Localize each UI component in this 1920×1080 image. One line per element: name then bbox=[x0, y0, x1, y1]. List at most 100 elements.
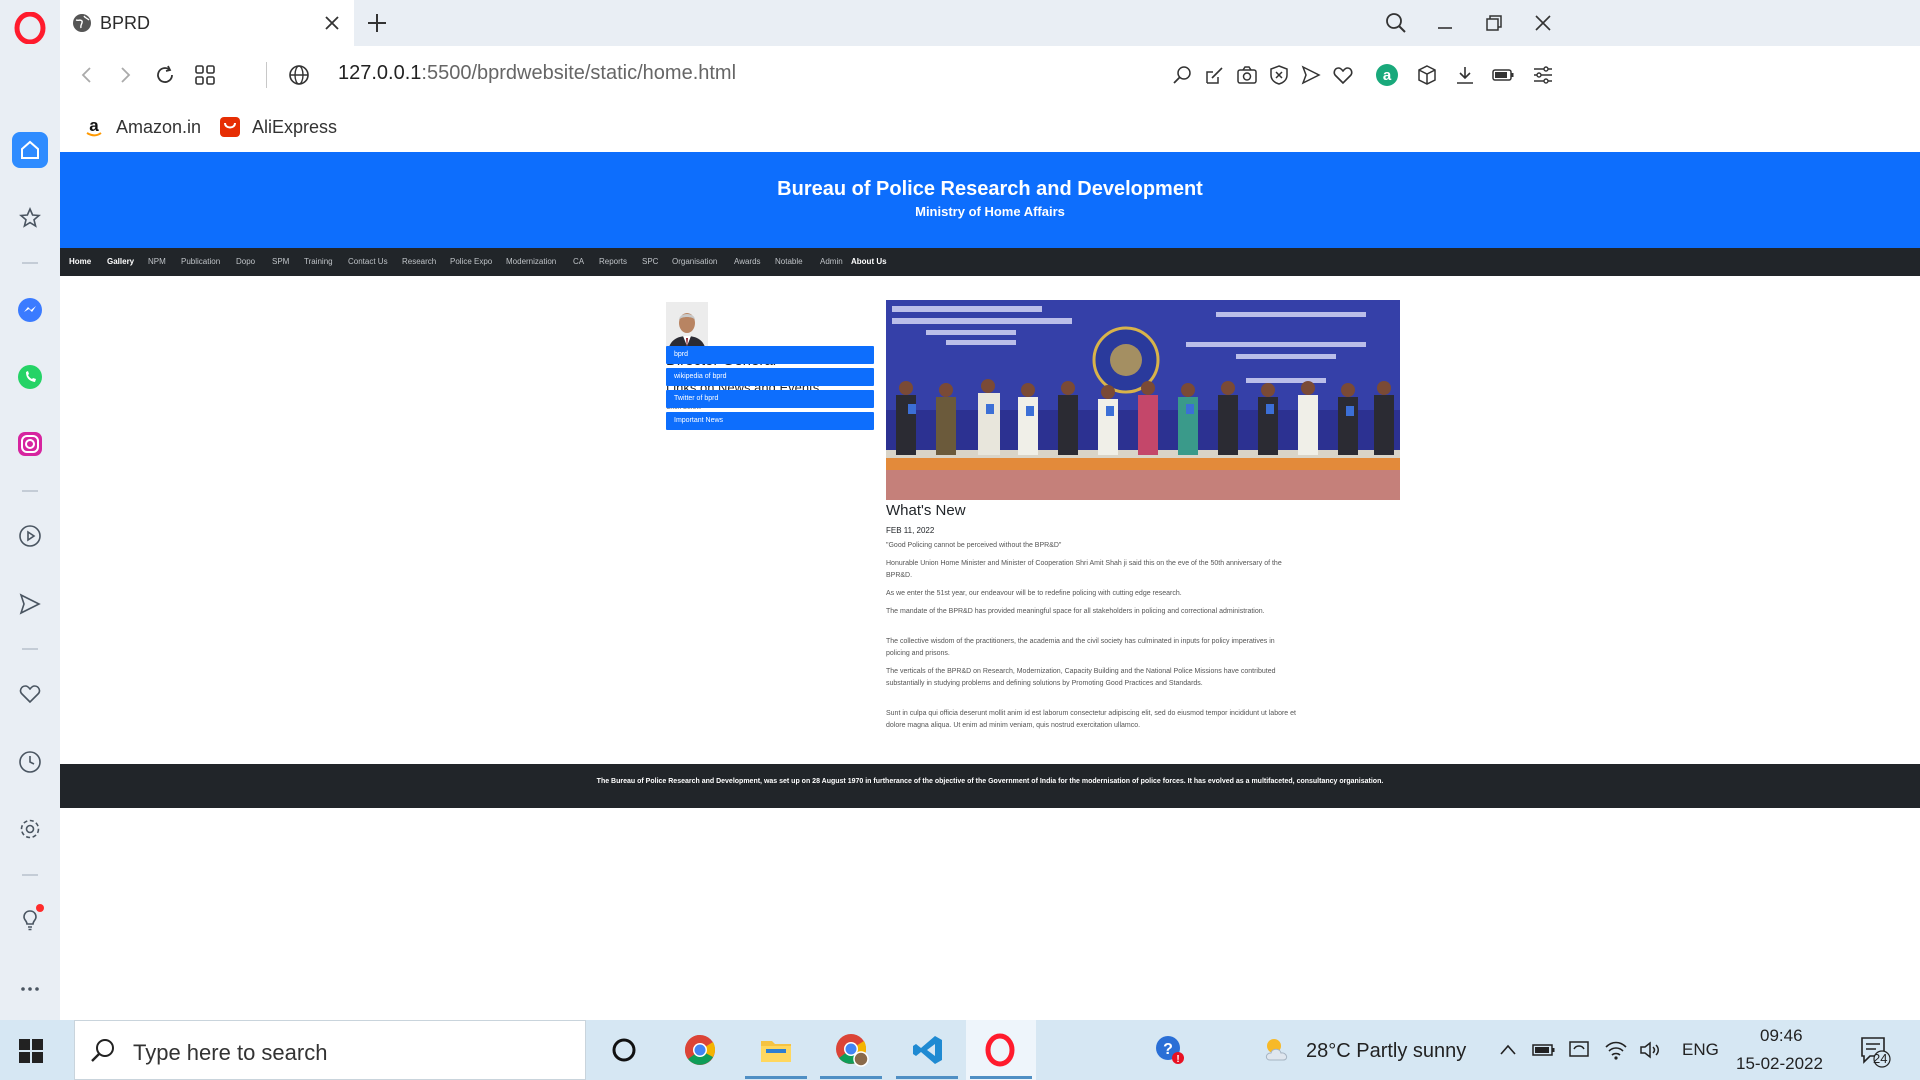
link-wikipedia-button[interactable]: wikipedia of bprd bbox=[666, 368, 874, 386]
nav-contact-us[interactable]: Contact Us bbox=[348, 257, 388, 266]
whatsapp-icon[interactable] bbox=[12, 359, 48, 395]
bookmark-heart-icon[interactable] bbox=[1330, 62, 1356, 88]
bookmark-label: Amazon.in bbox=[116, 116, 202, 137]
extensions-cube-icon[interactable] bbox=[1414, 62, 1440, 88]
opera-logo-icon[interactable] bbox=[14, 12, 46, 44]
nav-publication[interactable]: Publication bbox=[181, 257, 220, 266]
nav-spc[interactable]: SPC bbox=[642, 257, 658, 266]
tab-grid-icon[interactable] bbox=[192, 62, 218, 88]
back-arrow-icon[interactable] bbox=[74, 62, 100, 88]
nav-organisation[interactable]: Organisation bbox=[672, 257, 717, 266]
nav-dopo[interactable]: Dopo bbox=[236, 257, 255, 266]
nav-training[interactable]: Training bbox=[304, 257, 333, 266]
whats-new-paragraph: The mandate of the BPR&D has provided me… bbox=[886, 608, 1265, 615]
link-bprd-button[interactable]: bprd bbox=[666, 346, 874, 364]
instagram-icon[interactable] bbox=[12, 426, 48, 462]
nav-home[interactable]: Home bbox=[69, 257, 91, 266]
forward-arrow-icon[interactable] bbox=[112, 62, 138, 88]
nav-admin[interactable]: Admin bbox=[820, 257, 843, 266]
vscode-icon[interactable] bbox=[908, 1030, 948, 1070]
site-title: Bureau of Police Research and Developmen… bbox=[777, 178, 1203, 200]
nav-spm[interactable]: SPM bbox=[272, 257, 289, 266]
url-path: :5500/bprdwebsite/static/home.html bbox=[421, 62, 737, 84]
link-important-news-button[interactable]: Important News bbox=[666, 412, 874, 430]
battery-icon[interactable] bbox=[1532, 1038, 1556, 1062]
globe-favicon-icon bbox=[72, 13, 92, 33]
sidebar-separator bbox=[22, 490, 38, 492]
easy-setup-menu-icon[interactable] bbox=[1530, 62, 1556, 88]
display-settings-icon[interactable] bbox=[1568, 1038, 1592, 1062]
nav-gallery[interactable]: Gallery bbox=[107, 257, 134, 266]
edit-share-icon[interactable] bbox=[1202, 62, 1228, 88]
web-page: Bureau of Police Research and Developmen… bbox=[60, 152, 1920, 1020]
amazon-icon: a bbox=[82, 115, 106, 139]
cortana-icon[interactable] bbox=[604, 1030, 644, 1070]
messenger-icon[interactable] bbox=[12, 292, 48, 328]
taskbar-search-box[interactable]: Type here to search bbox=[74, 1020, 586, 1080]
close-window-icon[interactable] bbox=[1530, 10, 1556, 36]
link-twitter-button[interactable]: Twitter of bprd bbox=[666, 390, 874, 408]
svg-text:?: ? bbox=[1163, 1041, 1173, 1058]
nav-research[interactable]: Research bbox=[402, 257, 436, 266]
browser-sidebar bbox=[0, 0, 60, 1020]
file-explorer-icon[interactable] bbox=[756, 1030, 796, 1070]
close-tab-icon[interactable] bbox=[322, 13, 342, 33]
tips-lightbulb-icon[interactable] bbox=[12, 902, 48, 938]
history-clock-icon[interactable] bbox=[12, 744, 48, 780]
favorites-heart-icon[interactable] bbox=[12, 676, 48, 712]
help-badge-icon[interactable]: ?! bbox=[1150, 1030, 1190, 1070]
player-icon[interactable] bbox=[12, 518, 48, 554]
running-indicator bbox=[745, 1076, 807, 1079]
nav-police-expo[interactable]: Police Expo bbox=[450, 257, 492, 266]
opera-taskbar-icon[interactable] bbox=[980, 1030, 1020, 1070]
sidebar-speed-dial-star-icon[interactable] bbox=[12, 200, 48, 236]
battery-saver-icon[interactable] bbox=[1490, 62, 1516, 88]
aliexpress-icon bbox=[218, 115, 242, 139]
site-subtitle: Ministry of Home Affairs bbox=[915, 204, 1065, 219]
send-icon[interactable] bbox=[12, 586, 48, 622]
site-info-globe-icon[interactable] bbox=[286, 62, 312, 88]
sidebar-separator bbox=[22, 648, 38, 650]
zoom-icon[interactable] bbox=[1170, 62, 1196, 88]
search-tabs-icon[interactable] bbox=[1383, 10, 1409, 36]
amazon-assistant-icon[interactable]: a bbox=[1374, 62, 1400, 88]
running-indicator bbox=[820, 1076, 882, 1079]
nav-modernization[interactable]: Modernization bbox=[506, 257, 556, 266]
new-tab-plus-icon[interactable] bbox=[366, 12, 388, 34]
language-indicator[interactable]: ENG bbox=[1682, 1040, 1719, 1060]
windows-start-icon[interactable] bbox=[18, 1038, 44, 1064]
weather-text[interactable]: 28°C Partly sunny bbox=[1306, 1040, 1466, 1063]
inauguration-event-photo bbox=[886, 300, 1400, 500]
volume-icon[interactable] bbox=[1638, 1038, 1662, 1062]
minimize-window-icon[interactable] bbox=[1432, 10, 1458, 36]
nav-npm[interactable]: NPM bbox=[148, 257, 166, 266]
weather-partly-sunny-icon[interactable] bbox=[1262, 1035, 1292, 1065]
notification-count: 24 bbox=[1873, 1051, 1888, 1066]
send-to-flow-icon[interactable] bbox=[1298, 62, 1324, 88]
clock-time[interactable]: 09:46 bbox=[1760, 1026, 1803, 1046]
nav-awards[interactable]: Awards bbox=[734, 257, 761, 266]
more-options-icon[interactable] bbox=[12, 971, 48, 1007]
clock-date[interactable]: 15-02-2022 bbox=[1736, 1054, 1823, 1074]
bookmark-aliexpress[interactable]: AliExpress bbox=[218, 114, 337, 140]
snapshot-camera-icon[interactable] bbox=[1234, 62, 1260, 88]
show-hidden-icons-chevron-icon[interactable] bbox=[1496, 1038, 1520, 1062]
nav-about-us[interactable]: About Us bbox=[851, 257, 887, 266]
whats-new-heading: What's New bbox=[886, 502, 966, 519]
settings-gear-icon[interactable] bbox=[12, 811, 48, 847]
nav-reports[interactable]: Reports bbox=[599, 257, 627, 266]
running-indicator bbox=[970, 1076, 1032, 1079]
nav-notable[interactable]: Notable bbox=[775, 257, 803, 266]
chrome-profile-icon[interactable] bbox=[832, 1030, 872, 1070]
restore-window-icon[interactable] bbox=[1481, 10, 1507, 36]
wifi-icon[interactable] bbox=[1604, 1038, 1628, 1062]
sidebar-home-icon[interactable] bbox=[12, 132, 48, 168]
tab-bprd[interactable]: BPRD bbox=[60, 0, 354, 46]
nav-ca[interactable]: CA bbox=[573, 257, 584, 266]
reload-icon[interactable] bbox=[152, 62, 178, 88]
bookmark-amazon[interactable]: a Amazon.in bbox=[82, 114, 201, 140]
download-icon[interactable] bbox=[1452, 62, 1478, 88]
ad-block-shield-icon[interactable] bbox=[1266, 62, 1292, 88]
url-field[interactable]: 127.0.0.1:5500/bprdwebsite/static/home.h… bbox=[338, 62, 736, 85]
chrome-icon[interactable] bbox=[680, 1030, 720, 1070]
